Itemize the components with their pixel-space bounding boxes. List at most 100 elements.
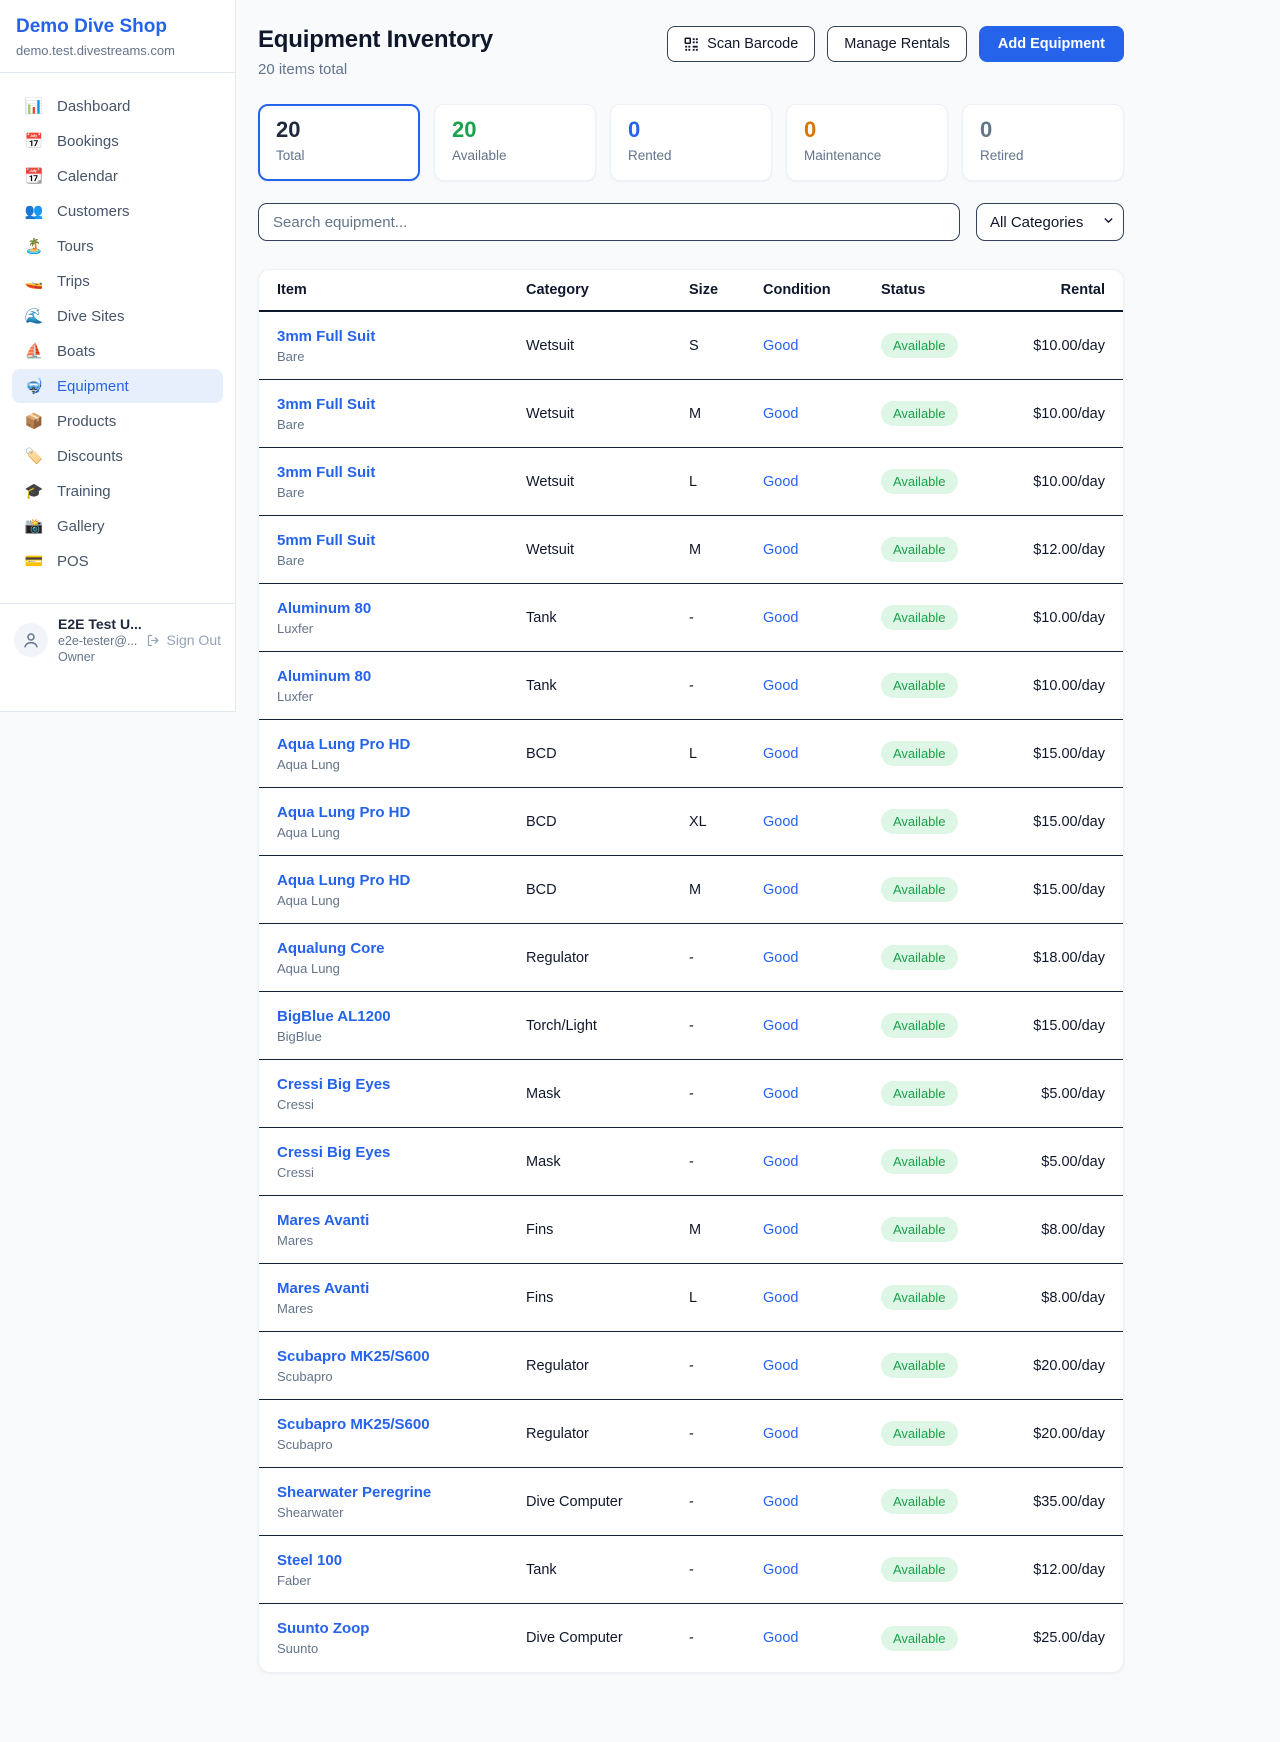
item-link[interactable]: Cressi Big Eyes — [277, 1076, 526, 1093]
item-link[interactable]: 3mm Full Suit — [277, 464, 526, 481]
stat-card[interactable]: 20 Total — [258, 104, 420, 181]
item-cell: Scubapro MK25/S600 Scubapro — [277, 1416, 526, 1452]
item-link[interactable]: Mares Avanti — [277, 1212, 526, 1229]
size-cell: M — [689, 1222, 763, 1238]
item-link[interactable]: Aqua Lung Pro HD — [277, 804, 526, 821]
category-cell: Fins — [526, 1290, 689, 1306]
sidebar-item[interactable]: 🤿 Equipment — [12, 369, 223, 403]
condition-link[interactable]: Good — [763, 1018, 881, 1034]
condition-link[interactable]: Good — [763, 474, 881, 490]
condition-link[interactable]: Good — [763, 1290, 881, 1306]
condition-link[interactable]: Good — [763, 746, 881, 762]
condition-link[interactable]: Good — [763, 1086, 881, 1102]
item-link[interactable]: Aqua Lung Pro HD — [277, 736, 526, 753]
status-badge: Available — [881, 809, 958, 834]
condition-link[interactable]: Good — [763, 542, 881, 558]
category-cell: Tank — [526, 610, 689, 626]
condition-link[interactable]: Good — [763, 1494, 881, 1510]
item-brand: Bare — [277, 485, 526, 500]
condition-link[interactable]: Good — [763, 1154, 881, 1170]
item-link[interactable]: 3mm Full Suit — [277, 328, 526, 345]
column-header-status: Status — [881, 282, 1031, 298]
condition-link[interactable]: Good — [763, 610, 881, 626]
sidebar-item[interactable]: 📆 Calendar — [12, 159, 223, 193]
sidebar-item[interactable]: ⛵ Boats — [12, 334, 223, 368]
stat-card[interactable]: 0 Rented — [610, 104, 772, 181]
item-cell: Aluminum 80 Luxfer — [277, 600, 526, 636]
condition-link[interactable]: Good — [763, 338, 881, 354]
sidebar-item[interactable]: 👥 Customers — [12, 194, 223, 228]
rental-cell: $35.00/day — [1031, 1494, 1105, 1510]
item-link[interactable]: BigBlue AL1200 — [277, 1008, 526, 1025]
item-link[interactable]: Aqualung Core — [277, 940, 526, 957]
size-cell: - — [689, 1358, 763, 1374]
status-badge: Available — [881, 1013, 958, 1038]
sidebar-item[interactable]: 🌊 Dive Sites — [12, 299, 223, 333]
sidebar-item[interactable]: 🏝️ Tours — [12, 229, 223, 263]
status-badge: Available — [881, 1081, 958, 1106]
status-cell: Available — [881, 1489, 1031, 1514]
condition-link[interactable]: Good — [763, 814, 881, 830]
status-cell: Available — [881, 1081, 1031, 1106]
item-link[interactable]: Aluminum 80 — [277, 600, 526, 617]
condition-link[interactable]: Good — [763, 882, 881, 898]
stat-card[interactable]: 0 Maintenance — [786, 104, 948, 181]
add-equipment-button[interactable]: Add Equipment — [979, 26, 1124, 62]
condition-link[interactable]: Good — [763, 1222, 881, 1238]
item-link[interactable]: Steel 100 — [277, 1552, 526, 1569]
sign-out-button[interactable]: Sign Out — [146, 632, 221, 648]
status-cell: Available — [881, 401, 1031, 426]
sidebar-nav: 📊 Dashboard 📅 Bookings 📆 Calendar 👥 Cust… — [0, 73, 235, 589]
item-link[interactable]: 5mm Full Suit — [277, 532, 526, 549]
condition-link[interactable]: Good — [763, 678, 881, 694]
item-link[interactable]: Shearwater Peregrine — [277, 1484, 526, 1501]
search-input[interactable] — [258, 203, 960, 241]
size-cell: - — [689, 1630, 763, 1646]
condition-link[interactable]: Good — [763, 1426, 881, 1442]
condition-link[interactable]: Good — [763, 950, 881, 966]
sidebar-item[interactable]: 🏷️ Discounts — [12, 439, 223, 473]
status-badge: Available — [881, 1489, 958, 1514]
condition-link[interactable]: Good — [763, 406, 881, 422]
item-link[interactable]: Aqua Lung Pro HD — [277, 872, 526, 889]
item-cell: 5mm Full Suit Bare — [277, 532, 526, 568]
sidebar-item[interactable]: 💳 POS — [12, 544, 223, 578]
item-link[interactable]: Scubapro MK25/S600 — [277, 1416, 526, 1433]
sidebar-item-icon: 💳 — [24, 552, 44, 570]
sidebar-item[interactable]: 📦 Products — [12, 404, 223, 438]
status-badge: Available — [881, 605, 958, 630]
scan-barcode-button[interactable]: Scan Barcode — [667, 26, 815, 62]
table-row: Shearwater Peregrine Shearwater Dive Com… — [259, 1468, 1123, 1536]
sidebar-item[interactable]: 🎓 Training — [12, 474, 223, 508]
sidebar-item-label: POS — [57, 553, 89, 570]
manage-rentals-button[interactable]: Manage Rentals — [827, 26, 967, 62]
item-brand: Faber — [277, 1573, 526, 1588]
category-select[interactable]: All Categories — [976, 203, 1124, 241]
rental-cell: $20.00/day — [1031, 1426, 1105, 1442]
item-brand: Mares — [277, 1301, 526, 1316]
sidebar-item[interactable]: 📅 Bookings — [12, 124, 223, 158]
item-link[interactable]: Scubapro MK25/S600 — [277, 1348, 526, 1365]
brand-link[interactable]: Demo Dive Shop — [16, 16, 219, 38]
sidebar-item-label: Trips — [57, 273, 90, 290]
stat-card[interactable]: 0 Retired — [962, 104, 1124, 181]
item-link[interactable]: Suunto Zoop — [277, 1620, 526, 1637]
item-cell: Cressi Big Eyes Cressi — [277, 1076, 526, 1112]
condition-link[interactable]: Good — [763, 1358, 881, 1374]
table-row: Scubapro MK25/S600 Scubapro Regulator - … — [259, 1332, 1123, 1400]
stat-card[interactable]: 20 Available — [434, 104, 596, 181]
sidebar-item[interactable]: 📸 Gallery — [12, 509, 223, 543]
brand-domain: demo.test.divestreams.com — [16, 43, 219, 58]
item-link[interactable]: Mares Avanti — [277, 1280, 526, 1297]
rental-cell: $18.00/day — [1031, 950, 1105, 966]
sidebar-item[interactable]: 📊 Dashboard — [12, 89, 223, 123]
item-link[interactable]: Cressi Big Eyes — [277, 1144, 526, 1161]
condition-link[interactable]: Good — [763, 1562, 881, 1578]
item-link[interactable]: Aluminum 80 — [277, 668, 526, 685]
item-cell: Shearwater Peregrine Shearwater — [277, 1484, 526, 1520]
sidebar-item[interactable]: 🚤 Trips — [12, 264, 223, 298]
condition-link[interactable]: Good — [763, 1630, 881, 1646]
item-link[interactable]: 3mm Full Suit — [277, 396, 526, 413]
sidebar-item-label: Gallery — [57, 518, 105, 535]
table-row: Mares Avanti Mares Fins L Good Available… — [259, 1264, 1123, 1332]
